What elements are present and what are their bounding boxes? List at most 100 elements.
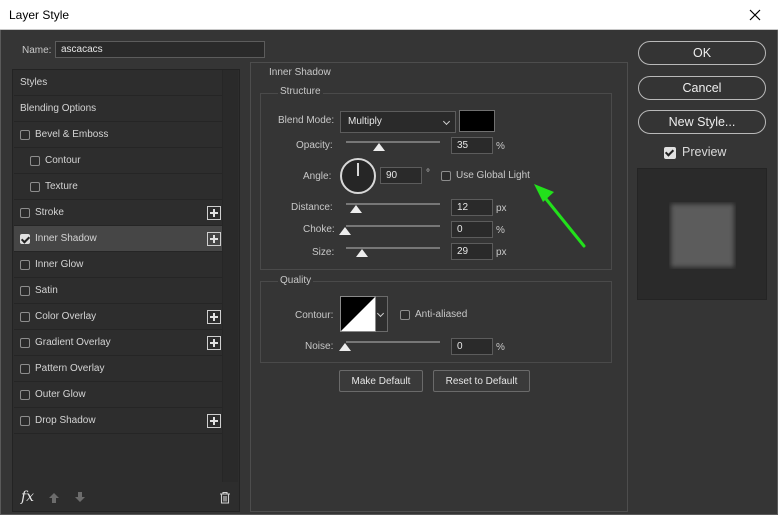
noise-unit: % — [496, 342, 505, 353]
close-icon[interactable] — [732, 0, 778, 30]
contour-label: Contour: — [295, 310, 334, 321]
fx-icon[interactable]: fx — [21, 489, 34, 505]
anti-aliased-checkbox[interactable] — [400, 310, 410, 320]
style-row-outer-glow[interactable]: Outer Glow — [14, 382, 224, 408]
add-effect-icon[interactable] — [207, 206, 221, 220]
distance-slider-thumb[interactable] — [350, 205, 362, 213]
preview-label: Preview — [682, 145, 727, 159]
style-row-bevel-emboss[interactable]: Bevel & Emboss — [14, 122, 224, 148]
add-effect-icon[interactable] — [207, 310, 221, 324]
opacity-unit: % — [496, 141, 505, 152]
new-style-button[interactable]: New Style... — [638, 110, 766, 134]
size-label: Size: — [312, 247, 335, 258]
style-row-label: Styles — [20, 77, 48, 88]
make-default-button[interactable]: Make Default — [339, 370, 423, 392]
distance-unit: px — [496, 203, 507, 214]
use-global-light-label: Use Global Light — [456, 170, 530, 181]
style-checkbox[interactable] — [20, 415, 30, 426]
noise-input[interactable]: 0 — [451, 338, 493, 355]
size-slider-thumb[interactable] — [356, 249, 368, 257]
annotation-arrow-icon — [534, 184, 586, 248]
trash-icon[interactable] — [219, 491, 231, 507]
noise-slider-thumb[interactable] — [339, 343, 351, 351]
style-checkbox[interactable] — [30, 181, 40, 192]
style-row-label: Outer Glow — [35, 389, 86, 400]
choke-slider-track[interactable] — [346, 225, 440, 227]
style-row-label: Texture — [45, 181, 78, 192]
style-checkbox[interactable] — [20, 259, 30, 270]
style-row-styles[interactable]: Styles — [14, 70, 224, 96]
bottom-toolbar: fx — [12, 485, 240, 511]
contour-dropdown-button[interactable] — [376, 296, 388, 332]
style-row-pattern-overlay[interactable]: Pattern Overlay — [14, 356, 224, 382]
style-row-inner-glow[interactable]: Inner Glow — [14, 252, 224, 278]
style-row-gradient-overlay[interactable]: Gradient Overlay — [14, 330, 224, 356]
style-checkbox[interactable] — [30, 155, 40, 166]
style-row-label: Blending Options — [20, 103, 97, 114]
use-global-light-checkbox[interactable] — [441, 171, 451, 181]
shadow-color-swatch[interactable] — [459, 110, 495, 132]
add-effect-icon[interactable] — [207, 232, 221, 246]
move-up-icon[interactable] — [48, 492, 60, 507]
preview-checkbox[interactable] — [664, 147, 676, 159]
style-row-label: Drop Shadow — [35, 415, 96, 426]
style-row-satin[interactable]: Satin — [14, 278, 224, 304]
angle-input[interactable]: 90 — [380, 167, 422, 184]
ok-button[interactable]: OK — [638, 41, 766, 65]
name-input[interactable]: ascacacs — [55, 41, 265, 58]
noise-slider-track[interactable] — [346, 341, 440, 343]
style-row-label: Pattern Overlay — [35, 363, 105, 374]
style-checkbox[interactable] — [20, 233, 30, 244]
style-checkbox[interactable] — [20, 311, 30, 322]
opacity-slider-track[interactable] — [346, 141, 440, 143]
cancel-button[interactable]: Cancel — [638, 76, 766, 100]
add-effect-icon[interactable] — [207, 336, 221, 350]
choke-input[interactable]: 0 — [451, 221, 493, 238]
choke-unit: % — [496, 225, 505, 236]
style-checkbox[interactable] — [20, 389, 30, 400]
style-row-drop-shadow[interactable]: Drop Shadow — [14, 408, 224, 434]
style-row-label: Contour — [45, 155, 81, 166]
style-row-label: Stroke — [35, 207, 64, 218]
style-row-label: Inner Shadow — [35, 233, 97, 244]
blend-mode-value: Multiply — [348, 116, 382, 127]
quality-title: Quality — [278, 275, 314, 286]
opacity-label: Opacity: — [296, 140, 333, 151]
contour-preview[interactable] — [340, 296, 376, 332]
window-title: Layer Style — [9, 8, 70, 22]
angle-unit: ° — [426, 168, 430, 179]
choke-slider-thumb[interactable] — [339, 227, 351, 235]
style-checkbox[interactable] — [20, 129, 30, 140]
contour-curve-icon — [341, 297, 375, 331]
style-checkbox[interactable] — [20, 363, 30, 374]
style-row-texture[interactable]: Texture — [14, 174, 224, 200]
style-row-blending-options[interactable]: Blending Options — [14, 96, 224, 122]
add-effect-icon[interactable] — [207, 414, 221, 428]
style-checkbox[interactable] — [20, 337, 30, 348]
style-checkbox[interactable] — [20, 285, 30, 296]
size-input[interactable]: 29 — [451, 243, 493, 260]
style-row-inner-shadow[interactable]: Inner Shadow — [14, 226, 224, 252]
styles-scrollbar[interactable] — [222, 70, 238, 482]
styles-list-panel: Styles Blending Options Bevel & Emboss Cont… — [12, 69, 240, 512]
section-title: Inner Shadow — [269, 67, 331, 78]
opacity-input[interactable]: 35 — [451, 137, 493, 154]
style-row-contour[interactable]: Contour — [14, 148, 224, 174]
style-row-stroke[interactable]: Stroke — [14, 200, 224, 226]
style-checkbox[interactable] — [20, 207, 30, 218]
angle-dial[interactable] — [340, 158, 376, 194]
opacity-slider-thumb[interactable] — [373, 143, 385, 151]
style-row-label: Bevel & Emboss — [35, 129, 109, 140]
preview-box — [637, 168, 767, 300]
size-unit: px — [496, 247, 507, 258]
angle-dial-needle — [357, 163, 359, 176]
style-row-color-overlay[interactable]: Color Overlay — [14, 304, 224, 330]
name-label: Name: — [22, 45, 52, 56]
distance-input[interactable]: 12 — [451, 199, 493, 216]
style-row-label: Color Overlay — [35, 311, 97, 322]
choke-label: Choke: — [303, 224, 335, 235]
blend-mode-select[interactable]: Multiply — [340, 111, 456, 133]
reset-default-button[interactable]: Reset to Default — [433, 370, 530, 392]
structure-title: Structure — [278, 86, 323, 97]
move-down-icon[interactable] — [74, 491, 86, 506]
